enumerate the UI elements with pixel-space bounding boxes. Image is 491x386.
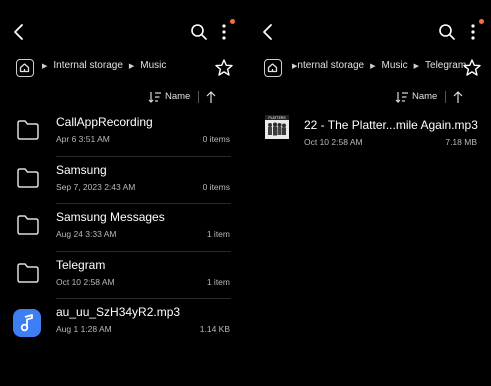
item-meta: 7.18 MB: [445, 137, 477, 147]
back-arrow-icon[interactable]: [258, 22, 278, 42]
breadcrumb-item-telegram[interactable]: Telegram: [425, 60, 466, 71]
sort-label[interactable]: Name: [412, 91, 437, 102]
music-file-icon: [13, 309, 41, 337]
sort-order-icon[interactable]: [395, 91, 409, 103]
home-icon[interactable]: [264, 59, 282, 77]
breadcrumb-item-internal-storage[interactable]: nternal storage: [297, 60, 364, 71]
list-item[interactable]: Samsung Messages Aug 24 3:33 AM 1 item: [0, 204, 245, 250]
svg-text:PLATTERS: PLATTERS: [268, 116, 286, 120]
sort-direction-icon[interactable]: [452, 90, 464, 104]
favorite-star-icon[interactable]: [462, 58, 482, 78]
sort-label[interactable]: Name: [165, 91, 190, 102]
modified-date: Sep 7, 2023 2:43 AM: [56, 181, 136, 192]
modified-date: Oct 10 2:58 AM: [56, 276, 115, 287]
notification-dot: [479, 19, 484, 24]
list-item[interactable]: au_uu_SzH34yR2.mp3 Aug 1 1:28 AM 1.14 KB: [0, 299, 245, 345]
search-icon[interactable]: [438, 23, 456, 41]
modified-date: Oct 10 2:58 AM: [304, 137, 363, 147]
breadcrumb-arrow-icon: ▶: [370, 62, 376, 70]
file-name: Telegram: [56, 257, 106, 272]
folder-icon: [17, 215, 39, 235]
list-item[interactable]: Samsung Sep 7, 2023 2:43 AM 0 items: [0, 157, 245, 203]
item-meta: 1 item: [206, 229, 230, 239]
top-bar: [0, 18, 245, 46]
search-icon[interactable]: [190, 23, 208, 41]
breadcrumb: ▶ Internal storage ▶ Music: [0, 56, 245, 80]
breadcrumb-arrow-icon: ▶: [128, 62, 135, 70]
sort-direction-icon[interactable]: [205, 90, 217, 104]
file-name: au_uu_SzH34yR2.mp3: [56, 305, 181, 319]
list-item[interactable]: Telegram Oct 10 2:58 AM 1 item: [0, 252, 245, 298]
item-meta: 1.14 KB: [199, 324, 230, 334]
modified-date: Aug 1 1:28 AM: [56, 324, 112, 334]
breadcrumb-item-music[interactable]: Music: [140, 60, 166, 71]
breadcrumb: ▶ nternal storage ▶ Music ▶ Telegram: [247, 56, 491, 80]
more-options-icon[interactable]: [468, 22, 478, 42]
folder-icon: [17, 167, 39, 188]
top-bar: [247, 18, 491, 46]
sort-bar: Name: [115, 88, 245, 106]
notification-dot: [230, 19, 235, 24]
item-meta: 1 item: [206, 276, 230, 287]
sort-divider: [198, 91, 199, 103]
list-item[interactable]: PLATTERS 22 - The Platter...mile Again.mp…: [247, 112, 491, 158]
breadcrumb-item-music[interactable]: Music: [382, 60, 408, 71]
sort-order-icon[interactable]: [148, 91, 162, 103]
right-pane: ▶ nternal storage ▶ Music ▶ Telegram Nam…: [247, 0, 491, 386]
left-pane: ▶ Internal storage ▶ Music Name CallAppR…: [0, 0, 245, 386]
list-item[interactable]: CallAppRecording Apr 6 3:51 AM 0 items: [0, 109, 245, 155]
favorite-star-icon[interactable]: [214, 58, 234, 78]
music-note-icon: [20, 314, 33, 332]
breadcrumb-arrow-icon: ▶: [413, 62, 420, 70]
sort-divider: [445, 91, 446, 103]
breadcrumb-item-internal-storage[interactable]: Internal storage: [53, 60, 123, 71]
file-name: Samsung Messages: [56, 210, 165, 224]
file-name: CallAppRecording: [56, 115, 153, 129]
back-arrow-icon[interactable]: [9, 22, 29, 42]
breadcrumb-arrow-icon: ▶: [42, 62, 48, 70]
folder-icon: [17, 262, 39, 283]
file-name: Samsung: [56, 162, 107, 177]
sort-bar: Name: [361, 88, 491, 106]
modified-date: Apr 6 3:51 AM: [56, 134, 110, 144]
file-name: 22 - The Platter...mile Again.mp3: [304, 118, 478, 132]
home-icon[interactable]: [16, 59, 34, 77]
folder-icon: [17, 120, 39, 140]
item-meta: 0 items: [202, 181, 230, 192]
item-meta: 0 items: [202, 134, 230, 144]
album-art-thumbnail: PLATTERS: [265, 115, 289, 139]
more-options-icon[interactable]: [219, 22, 229, 42]
modified-date: Aug 24 3:33 AM: [56, 229, 117, 239]
